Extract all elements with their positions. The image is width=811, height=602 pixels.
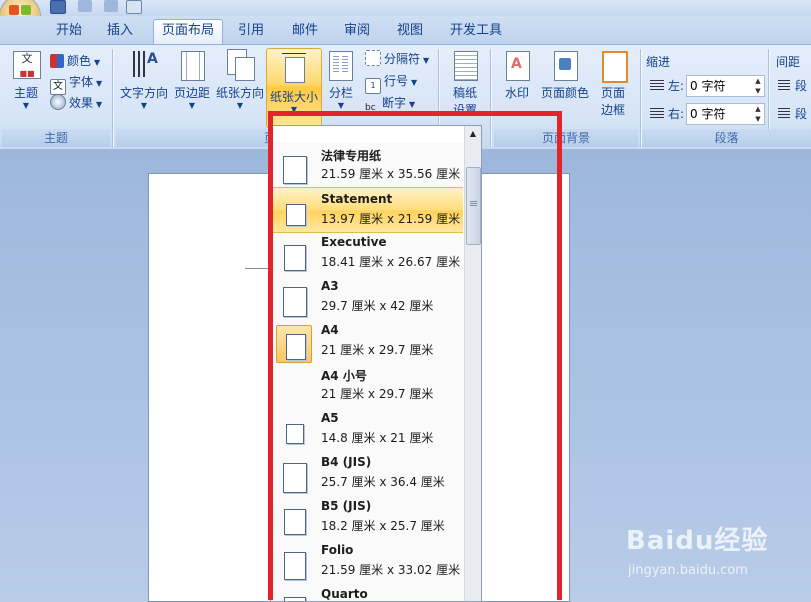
chevron-down-icon: ▼ — [188, 101, 196, 110]
effects-icon — [50, 94, 66, 110]
line-numbers-icon: 1 — [365, 78, 381, 94]
theme-fonts-button[interactable]: 文字体 ▼ — [50, 72, 103, 95]
line-numbers-button[interactable]: 1 行号 ▼ — [365, 71, 418, 94]
page-color-icon — [550, 49, 580, 81]
breaks-label: 分隔符 — [384, 52, 421, 66]
tab-view[interactable]: 视图 — [387, 20, 433, 42]
color-palette-icon — [50, 54, 64, 68]
spinner-arrows-icon[interactable]: ▲ ▼ — [752, 76, 764, 96]
paper-size-label: 纸张大小 — [269, 90, 318, 104]
tab-review[interactable]: 审阅 — [334, 20, 380, 42]
watermark-icon: A — [502, 49, 532, 81]
watermark-button[interactable]: A 水印 — [500, 49, 534, 101]
hyphenation-label: 断字 — [382, 96, 407, 110]
manuscript-label-line1: 稿纸 — [452, 86, 477, 100]
theme-colors-label: 颜色 — [67, 54, 92, 68]
line-numbers-label: 行号 — [384, 74, 409, 88]
tab-page-layout[interactable]: 页面布局 — [153, 19, 223, 45]
chevron-down-icon: ▼ — [140, 101, 148, 110]
indent-left-value: 0 字符 — [690, 79, 726, 93]
page-borders-button[interactable]: 页面 边框 — [596, 49, 630, 118]
tab-references[interactable]: 引用 — [228, 20, 274, 42]
watermark-label: 水印 — [504, 86, 529, 100]
theme-effects-button[interactable]: 效果 ▼ — [50, 93, 102, 113]
indent-title: 缩进 — [646, 55, 671, 69]
chevron-down-icon: ▼ — [94, 58, 101, 67]
columns-icon — [326, 49, 356, 81]
indent-right-input[interactable]: 0 字符 ▲ ▼ — [686, 103, 765, 125]
indent-right-label: 右: — [668, 107, 685, 121]
annotation-highlight-box — [268, 111, 562, 600]
orientation-icon — [225, 49, 255, 81]
themes-icon: 文 ■■ — [11, 49, 41, 81]
manuscript-grid-icon — [450, 49, 480, 81]
indent-left-icon — [650, 80, 664, 92]
spacing-after-label: 段 — [795, 107, 808, 121]
theme-effects-label: 效果 — [69, 96, 94, 110]
tab-developer[interactable]: 开发工具 — [441, 20, 511, 42]
tab-mailings[interactable]: 邮件 — [282, 20, 328, 42]
page-borders-label-line1: 页面 — [600, 86, 625, 100]
paper-size-icon — [279, 53, 309, 85]
orientation-button[interactable]: 纸张方向 ▼ — [214, 49, 266, 111]
margins-label: 页边距 — [173, 86, 210, 100]
page-borders-label-line2: 边框 — [600, 103, 625, 117]
theme-colors-button[interactable]: 颜色 ▼ — [50, 51, 100, 71]
text-direction-icon: A — [129, 49, 159, 81]
spacing-before-icon — [778, 80, 790, 92]
orientation-label: 纸张方向 — [215, 86, 264, 100]
hyphenation-button[interactable]: bc 断字 ▼ — [365, 93, 415, 113]
page-breaks-icon — [365, 50, 381, 66]
indent-right-value: 0 字符 — [690, 107, 726, 121]
indent-right-icon — [650, 108, 664, 120]
page-color-button[interactable]: 页面颜色 — [538, 49, 592, 101]
redo-icon[interactable] — [104, 0, 118, 12]
chevron-down-icon: ▼ — [96, 100, 103, 109]
baidu-watermark-url: jingyan.baidu.com — [628, 563, 748, 578]
text-direction-button[interactable]: A 文字方向 ▼ — [118, 49, 170, 111]
group-label-themes: 主题 — [2, 129, 110, 147]
save-icon[interactable] — [50, 0, 66, 14]
spinner-arrows-icon[interactable]: ▲ ▼ — [752, 104, 764, 124]
print-preview-icon[interactable] — [126, 0, 142, 14]
undo-icon[interactable] — [78, 0, 92, 12]
breaks-button[interactable]: 分隔符 ▼ — [365, 49, 429, 69]
tab-insert[interactable]: 插入 — [97, 20, 143, 42]
page-borders-icon — [598, 49, 628, 83]
chevron-down-icon: ▼ — [236, 101, 244, 110]
themes-label: 主题 — [13, 86, 38, 100]
page-color-label: 页面颜色 — [540, 86, 589, 100]
margins-button[interactable]: 页边距 ▼ — [172, 49, 212, 111]
columns-button[interactable]: 分栏 ▼ — [324, 49, 358, 111]
chevron-down-icon: ▼ — [96, 79, 103, 88]
title-bar — [0, 0, 811, 16]
chevron-down-icon: ▼ — [22, 101, 30, 110]
indent-left-input[interactable]: 0 字符 ▲ ▼ — [686, 75, 765, 97]
text-direction-label: 文字方向 — [119, 86, 168, 100]
spacing-title: 间距 — [776, 55, 801, 69]
spacing-after-icon — [778, 108, 790, 120]
indent-left-label: 左: — [668, 79, 685, 93]
group-separator — [112, 49, 113, 147]
themes-button[interactable]: 文 ■■ 主题 ▼ — [6, 49, 46, 111]
spacing-before-label: 段 — [795, 79, 808, 93]
tab-home[interactable]: 开始 — [46, 20, 92, 42]
baidu-watermark: Baidu经验 — [626, 526, 769, 556]
chevron-down-icon: ▼ — [423, 56, 430, 65]
chevron-down-icon: ▼ — [409, 100, 416, 109]
columns-label: 分栏 — [328, 86, 353, 100]
chevron-down-icon: ▼ — [337, 101, 345, 110]
group-label-paragraph: 段落 — [642, 129, 811, 147]
chevron-down-icon: ▼ — [411, 78, 418, 87]
theme-fonts-label: 字体 — [69, 75, 94, 89]
margins-icon — [177, 49, 207, 81]
group-separator — [640, 49, 641, 147]
manuscript-settings-button[interactable]: 稿纸 设置 — [446, 49, 484, 118]
